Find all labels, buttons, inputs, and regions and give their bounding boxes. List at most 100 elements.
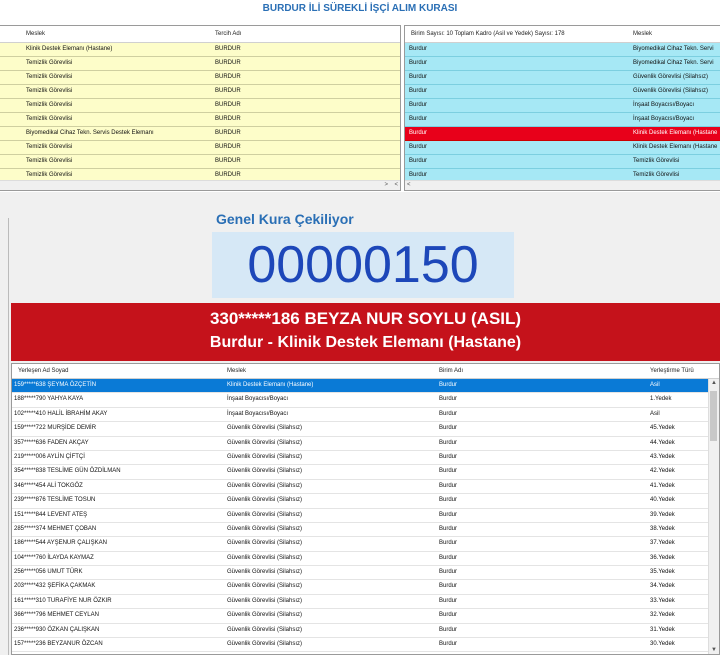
table-row[interactable]: Burdur Temizlik Görevlisi: [405, 155, 720, 169]
table-row[interactable]: 346*****454 ALİ TOKGÖZ Güvenlik Görevlisi…: [12, 480, 719, 495]
table-row[interactable]: Burdur Biyomedikal Cihaz Tekn. Servi: [405, 57, 720, 71]
cell-birim-adi: Burdur: [439, 554, 458, 561]
cell-yerlestirme-turu: 30.Yedek: [650, 641, 675, 648]
table-row[interactable]: 366*****796 MEHMET CEYLAN Güvenlik Görevl…: [12, 609, 719, 624]
table-row[interactable]: 256*****056 UMUT TÜRK Güvenlik Görevlisi …: [12, 566, 719, 581]
scroll-left-arrow-icon[interactable]: <: [407, 182, 411, 188]
cell-tercih-adi: BURDUR: [215, 144, 241, 150]
header-yerlesen-ad-soyad[interactable]: Yerleşen Ad Soyad: [18, 368, 68, 374]
table-row[interactable]: 186*****544 AYŞENUR ÇALIŞKAN Güvenlik Gör…: [12, 537, 719, 552]
cell-yerlestirme-turu: 31.Yedek: [650, 626, 675, 633]
table-row[interactable]: 354*****838 TESLİME GÜN ÖZDİLMAN Güvenlik…: [12, 465, 719, 480]
results-grid-header: Yerleşen Ad Soyad Meslek Birim Adı Yerle…: [12, 364, 719, 379]
cell-birim-adi: Burdur: [439, 497, 458, 504]
cell-yerlestirme-turu: 44.Yedek: [650, 439, 675, 446]
table-row[interactable]: Temizlik Görevlisi BURDUR: [0, 99, 400, 113]
table-row[interactable]: 188*****790 YAHYA KAYA İnşaat Boyacısı/Bo…: [12, 393, 719, 408]
cell-ad-soyad: 285*****374 MEHMET ÇOBAN: [14, 525, 97, 532]
table-row[interactable]: Temizlik Görevlisi BURDUR: [0, 155, 400, 169]
cell-meslek: İnşaat Boyacısı/Boyacı: [227, 410, 289, 417]
table-row[interactable]: 285*****374 MEHMET ÇOBAN Güvenlik Görevli…: [12, 523, 719, 538]
right-horizontal-scrollbar[interactable]: <: [405, 180, 720, 190]
left-horizontal-scrollbar[interactable]: > <: [0, 180, 400, 190]
cell-yerlestirme-turu: 45.Yedek: [650, 425, 675, 432]
cell-ad-soyad: 219*****006 AYLİN ÇİFTÇİ: [14, 453, 85, 460]
table-row[interactable]: Temizlik Görevlisi BURDUR: [0, 113, 400, 127]
table-row[interactable]: 102*****410 HALİL İBRAHİM AKAY İnşaat Boy…: [12, 408, 719, 423]
header-meslek[interactable]: Meslek: [26, 31, 45, 37]
table-row[interactable]: Temizlik Görevlisi BURDUR: [0, 85, 400, 99]
table-row[interactable]: 104*****760 İLAYDA KAYMAZ Güvenlik Görevl…: [12, 552, 719, 567]
table-row[interactable]: 161*****310 TURAFİYE NUR ÖZKIR Güvenlik G…: [12, 595, 719, 610]
scroll-up-arrow-icon[interactable]: ▲: [711, 380, 717, 386]
header-birim-adi[interactable]: Birim Adı: [439, 368, 463, 374]
cell-meslek: Temizlik Görevlisi: [26, 102, 73, 108]
table-row[interactable]: Burdur Güvenlik Görevlisi (Silahsız): [405, 71, 720, 85]
table-row[interactable]: Burdur Biyomedikal Cihaz Tekn. Servi: [405, 43, 720, 57]
table-row[interactable]: Temizlik Görevlisi BURDUR: [0, 57, 400, 71]
results-vertical-scrollbar[interactable]: ▲ ▼: [708, 379, 719, 654]
cell-yerlestirme-turu: 35.Yedek: [650, 569, 675, 576]
table-row[interactable]: 159*****638 ŞEYMA ÖZÇETİN Klinik Destek E…: [12, 379, 719, 394]
header-meslek[interactable]: Meslek: [633, 31, 652, 37]
table-row[interactable]: Burdur Güvenlik Görevlisi (Silahsız): [405, 85, 720, 99]
cell-tercih-adi: BURDUR: [215, 130, 241, 136]
cell-ad-soyad: 186*****544 AYŞENUR ÇALIŞKAN: [14, 540, 107, 547]
scroll-right-arrow-icon[interactable]: >: [384, 182, 388, 188]
table-row[interactable]: Burdur İnşaat Boyacısı/Boyacı: [405, 99, 720, 113]
cell-birim-adi: Burdur: [439, 382, 458, 388]
results-grid[interactable]: Yerleşen Ad Soyad Meslek Birim Adı Yerle…: [11, 363, 720, 655]
table-row[interactable]: 219*****006 AYLİN ÇİFTÇİ Güvenlik Görevli…: [12, 451, 719, 466]
header-tercih-adi[interactable]: Tercih Adı: [215, 31, 241, 37]
cell-birim-adi: Burdur: [439, 511, 458, 518]
cell-meslek: Güvenlik Görevlisi (Silahsız): [227, 525, 303, 532]
left-vertical-scrollbar[interactable]: [0, 218, 9, 655]
scroll-down-arrow-icon[interactable]: ▼: [711, 647, 717, 653]
cell-ad-soyad: 102*****410 HALİL İBRAHİM AKAY: [14, 410, 108, 417]
table-row[interactable]: Burdur Klinik Destek Elemanı (Hastane: [405, 127, 720, 141]
cell-ad-soyad: 188*****790 YAHYA KAYA: [14, 396, 84, 403]
table-row[interactable]: 203*****432 ŞEFİKA ÇAKMAK Güvenlik Görevl…: [12, 580, 719, 595]
cell-meslek: Klinik Destek Elemanı (Hastane: [633, 144, 718, 150]
cell-ad-soyad: 157*****236 BEYZANUR ÖZCAN: [14, 641, 103, 648]
cell-meslek: İnşaat Boyacısı/Boyacı: [633, 116, 695, 122]
cell-birim-adi: Burdur: [439, 583, 458, 590]
cell-ad-soyad: 159*****638 ŞEYMA ÖZÇETİN: [14, 382, 97, 388]
cell-birim: Burdur: [409, 158, 428, 164]
table-row[interactable]: Burdur Klinik Destek Elemanı (Hastane: [405, 141, 720, 155]
header-yerlestirme-turu[interactable]: Yerleştirme Türü: [650, 368, 694, 374]
cell-meslek: Güvenlik Görevlisi (Silahsız): [227, 468, 303, 475]
cell-ad-soyad: 366*****796 MEHMET CEYLAN: [14, 612, 99, 619]
cell-meslek: Temizlik Görevlisi: [26, 172, 73, 178]
cell-birim-adi: Burdur: [439, 569, 458, 576]
cell-birim-adi: Burdur: [439, 439, 458, 446]
table-row[interactable]: 159*****722 MURŞİDE DEMİR Güvenlik Görevl…: [12, 422, 719, 437]
table-row[interactable]: 357*****636 FADEN AKÇAY Güvenlik Görevlis…: [12, 437, 719, 451]
cell-meslek: Biyomedikal Cihaz Tekn. Servi: [633, 60, 714, 66]
header-meslek[interactable]: Meslek: [227, 368, 246, 374]
table-row[interactable]: Temizlik Görevlisi BURDUR: [0, 141, 400, 155]
table-row[interactable]: 151*****844 LEVENT ATEŞ Güvenlik Görevlis…: [12, 509, 719, 523]
right-units-grid[interactable]: Birim Sayısı: 10 Toplam Kadro (Asil ve Y…: [404, 25, 720, 191]
winner-line-1: 330*****186 BEYZA NUR SOYLU (ASIL): [209, 309, 522, 328]
cell-yerlestirme-turu: 42.Yedek: [650, 468, 675, 475]
cell-meslek: Güvenlik Görevlisi (Silahsız): [227, 453, 303, 460]
left-preferences-grid[interactable]: Meslek Tercih Adı Klinik Destek Elemanı …: [0, 25, 401, 191]
table-row[interactable]: 239*****876 TESLİME TOSUN Güvenlik Görevl…: [12, 494, 719, 509]
table-row[interactable]: Burdur İnşaat Boyacısı/Boyacı: [405, 113, 720, 127]
cell-meslek: Güvenlik Görevlisi (Silahsız): [227, 583, 303, 590]
cell-ad-soyad: 239*****876 TESLİME TOSUN: [14, 497, 96, 504]
cell-birim-adi: Burdur: [439, 641, 458, 648]
table-row[interactable]: Biyomedikal Cihaz Tekn. Servis Destek El…: [0, 127, 400, 141]
table-row[interactable]: Klinik Destek Elemanı (Hastane) BURDUR: [0, 43, 400, 57]
table-row[interactable]: 236*****930 ÖZKAN ÇALIŞKAN Güvenlik Görev…: [12, 624, 719, 639]
table-row[interactable]: Temizlik Görevlisi BURDUR: [0, 71, 400, 85]
cell-yerlestirme-turu: 1.Yedek: [650, 396, 672, 403]
scroll-left-arrow-icon[interactable]: <: [394, 182, 398, 188]
cell-meslek: Güvenlik Görevlisi (Silahsız): [227, 497, 303, 504]
results-scroll-thumb[interactable]: [710, 391, 717, 441]
table-row[interactable]: 157*****236 BEYZANUR ÖZCAN Güvenlik Görev…: [12, 638, 719, 653]
header-birim-sayisi[interactable]: Birim Sayısı: 10 Toplam Kadro (Asil ve Y…: [411, 31, 565, 37]
cell-ad-soyad: 203*****432 ŞEFİKA ÇAKMAK: [14, 583, 96, 590]
cell-meslek: Güvenlik Görevlisi (Silahsız): [227, 540, 303, 547]
